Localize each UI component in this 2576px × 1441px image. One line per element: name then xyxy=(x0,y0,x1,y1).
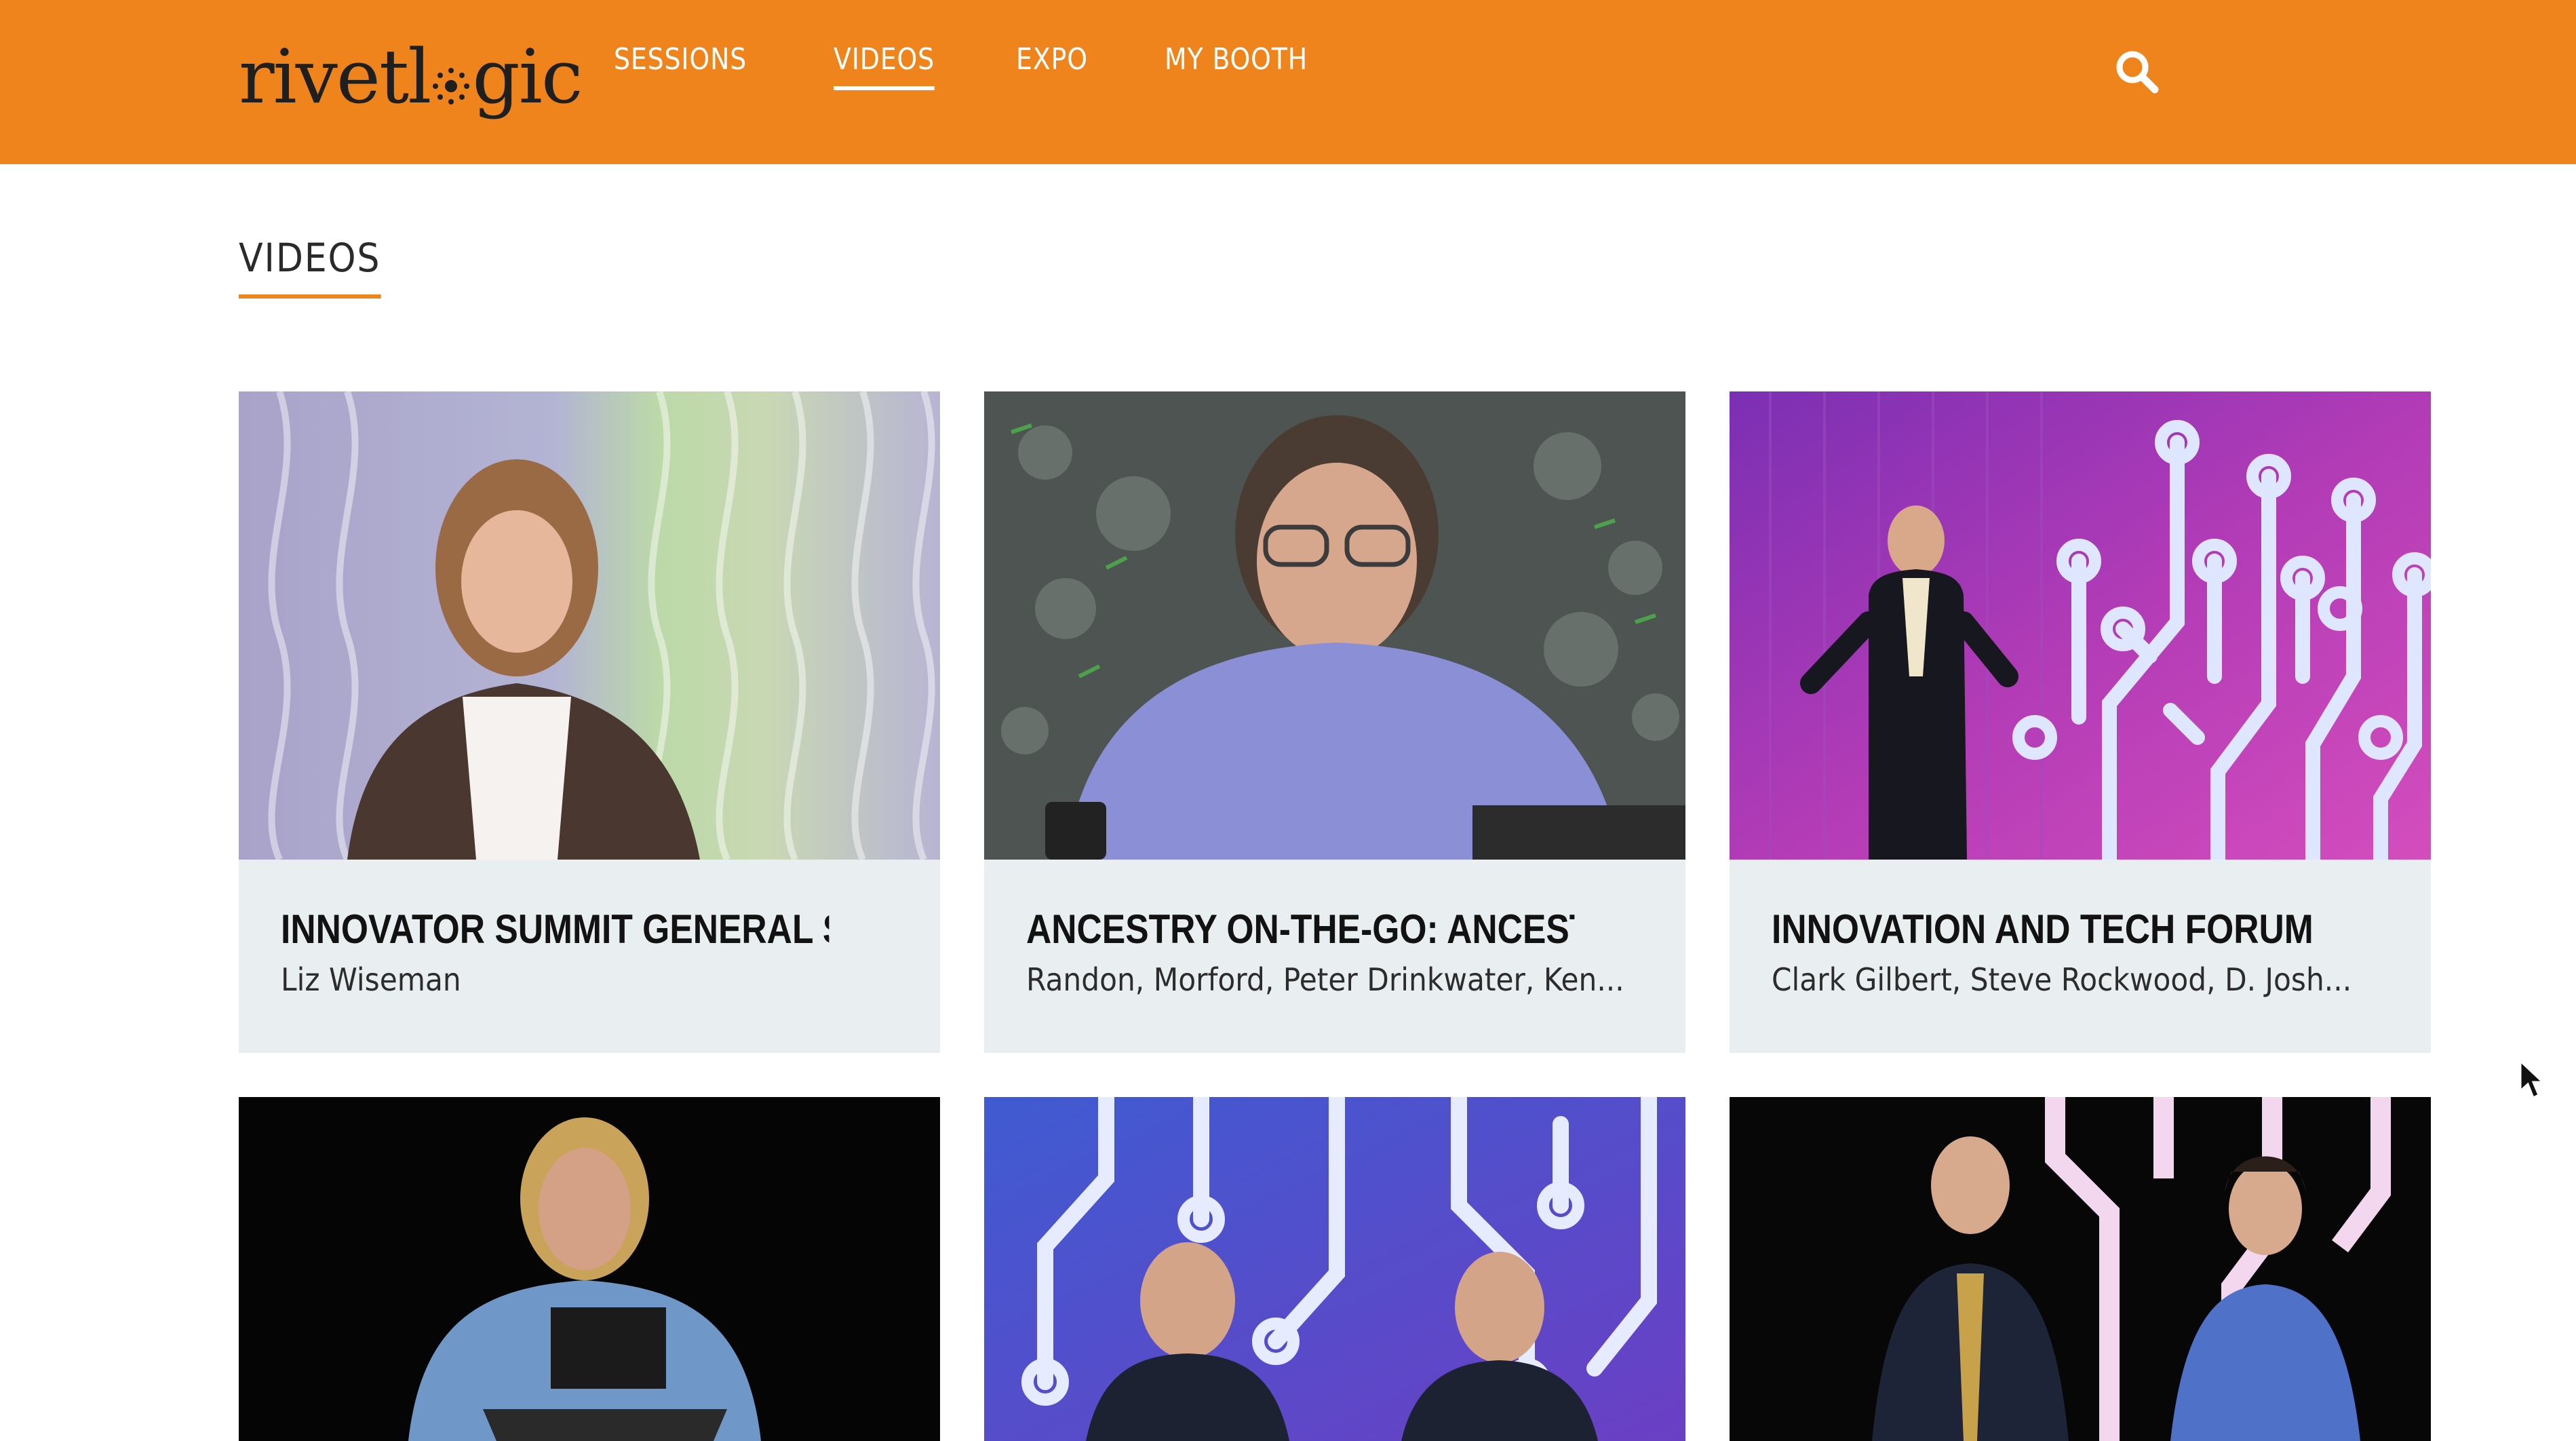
nav-my-booth[interactable]: MY BOOTH xyxy=(1165,42,1308,86)
page-title: VIDEOS xyxy=(239,235,381,299)
video-thumbnail-3[interactable] xyxy=(1730,391,2431,860)
video-thumbnail-1[interactable] xyxy=(239,391,940,860)
video-title[interactable]: ANCESTRY ON-THE-GO: ANCESTRY ... xyxy=(1026,906,1574,953)
video-card-info-2: ANCESTRY ON-THE-GO: ANCESTRY ... Randon,… xyxy=(984,860,1685,1053)
video-thumbnail-6[interactable] xyxy=(1730,1097,2431,1441)
nav-sessions[interactable]: SESSIONS xyxy=(614,42,747,86)
rivetlogic-logo[interactable]: rivetl gic xyxy=(239,26,583,128)
video-card-1[interactable]: INNOVATOR SUMMIT GENERAL SESS... Liz Wis… xyxy=(239,391,940,1053)
nav-videos[interactable]: VIDEOS xyxy=(834,42,935,90)
video-thumbnail-2[interactable] xyxy=(984,391,1685,860)
video-card-4[interactable] xyxy=(239,1097,940,1441)
logo-text-left: rivetl xyxy=(239,33,431,120)
video-thumbnail-4[interactable] xyxy=(239,1097,940,1441)
video-card-5[interactable] xyxy=(984,1097,1685,1441)
logo-mark-icon xyxy=(433,68,470,104)
video-thumbnail-5[interactable] xyxy=(984,1097,1685,1441)
mouse-cursor-icon xyxy=(2519,1060,2545,1100)
nav-expo[interactable]: EXPO xyxy=(1016,42,1088,86)
video-card-3[interactable]: INNOVATION AND TECH FORUM Clark Gilbert,… xyxy=(1730,391,2431,1053)
video-card-6[interactable] xyxy=(1730,1097,2431,1441)
video-card-info-1: INNOVATOR SUMMIT GENERAL SESS... Liz Wis… xyxy=(239,860,940,1053)
video-speakers: Liz Wiseman xyxy=(281,961,461,998)
video-speakers: Clark Gilbert, Steve Rockwood, D. Josh..… xyxy=(1772,961,2352,998)
search-icon[interactable] xyxy=(2113,47,2160,95)
logo-text-right: gic xyxy=(472,33,583,120)
video-card-info-3: INNOVATION AND TECH FORUM Clark Gilbert,… xyxy=(1730,860,2431,1053)
top-nav-bar: rivetl gic SESSIONS VIDEOS EXPO MY BOOTH xyxy=(0,0,2576,164)
video-title[interactable]: INNOVATION AND TECH FORUM xyxy=(1772,906,2320,953)
video-title[interactable]: INNOVATOR SUMMIT GENERAL SESS... xyxy=(281,906,829,953)
main-nav: SESSIONS VIDEOS EXPO MY BOOTH xyxy=(614,42,1397,96)
video-card-2[interactable]: ANCESTRY ON-THE-GO: ANCESTRY ... Randon,… xyxy=(984,391,1685,1053)
video-speakers: Randon, Morford, Peter Drinkwater, Ken..… xyxy=(1026,961,1624,998)
